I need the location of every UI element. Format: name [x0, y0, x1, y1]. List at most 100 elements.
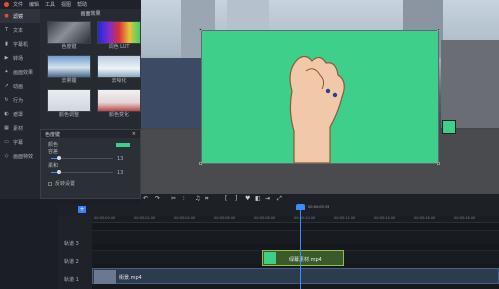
key-color-swatch[interactable] [442, 120, 456, 134]
track-label: 轨道 1 [64, 277, 79, 283]
ruler-tick: 00:00:00.00 [94, 216, 116, 220]
mask-tool-icon[interactable]: ◧ [255, 195, 261, 203]
clip-thumbnail [264, 252, 276, 264]
marker-icon[interactable]: ♥ [245, 195, 250, 203]
mask-icon: ◐ [4, 110, 9, 117]
ruler-tick: 00:00:10.00 [294, 216, 316, 220]
ruler-tick: 00:00:02.00 [134, 216, 156, 220]
ruler-tick: 00:00:16.00 [414, 216, 436, 220]
sidebar-item-transition[interactable]: ▶ 转场 [0, 51, 40, 65]
sidebar-item-motion[interactable]: ↗ 动画 [0, 79, 40, 93]
mural-right [441, 40, 499, 128]
audio-icon[interactable]: ♫ [195, 195, 200, 203]
softness-slider[interactable] [51, 170, 113, 174]
track-lane[interactable] [92, 230, 499, 244]
menu-view[interactable]: 视图 [61, 1, 71, 8]
invert-checkbox[interactable] [48, 181, 52, 186]
softness-value: 13 [117, 169, 124, 176]
key-color-picker[interactable] [116, 142, 130, 147]
app-logo-icon [4, 2, 9, 7]
sidebar-item-filter[interactable]: ● 滤镜 [0, 9, 40, 23]
effects-panel-title: 画面效果 [80, 11, 101, 17]
ruler-tick: 00:00:14.00 [374, 216, 396, 220]
editing-toolbar: ↶ ↷ ✂ ⫶ ♫ ⌗ [ ] ♥ ◧ ⇥ ⤢ [141, 194, 499, 204]
menu-file[interactable]: 文件 [13, 1, 23, 8]
effect-thumbnail [47, 89, 91, 112]
video-preview[interactable] [141, 0, 499, 194]
add-track-button[interactable]: + [78, 206, 86, 213]
sidebar-item-text[interactable]: T 文本 [0, 23, 40, 37]
mic-icon: ▮ [5, 40, 8, 47]
color-label: 颜色 [48, 142, 59, 148]
track-label: 轨道 3 [64, 241, 79, 247]
sidebar-item-subtitle[interactable]: ▭ 字幕 [0, 135, 40, 149]
green-screen-timeline-clip[interactable]: 绿幕素材.mp4 [262, 250, 344, 266]
subtitle-icon: ▭ [4, 138, 9, 145]
invert-label: 反转设置 [55, 181, 76, 187]
track-headers: 轨道 3 轨道 2 轨道 1 [58, 216, 92, 289]
ruler-tick: 00:00:06.00 [214, 216, 236, 220]
track-label: 轨道 2 [64, 259, 79, 265]
playhead[interactable] [300, 206, 301, 289]
text-icon: T [4, 26, 9, 33]
time-ruler[interactable]: 00:00:00.00 00:00:02.00 00:00:04.00 00:0… [92, 216, 499, 223]
sidebar-item-caption[interactable]: ▮ 字幕机 [0, 37, 40, 51]
tolerance-value: 13 [117, 155, 124, 162]
effect-thumbnail [97, 89, 141, 112]
sidebar-item-fx[interactable]: ◇ 画面特效 [0, 149, 40, 163]
speed-icon[interactable]: ⤢ [277, 195, 282, 203]
softness-label: 柔和 [48, 163, 59, 169]
tolerance-label: 容差 [48, 149, 59, 155]
menu-tools[interactable]: 工具 [45, 1, 55, 8]
resize-handle[interactable] [437, 28, 440, 31]
sidebar-item-media[interactable]: ▦ 素材 [0, 121, 40, 135]
split-icon[interactable]: ⫶ [183, 195, 185, 203]
chroma-key-dialog: 色度键 × 颜色 容差 13 柔和 13 反转设置 [40, 129, 141, 199]
effect-lut[interactable]: 调色 LUT [97, 21, 141, 51]
menu-help[interactable]: 帮助 [77, 1, 87, 8]
effect-denoise[interactable]: 去噪化 [97, 55, 141, 85]
media-icon: ▦ [4, 124, 9, 131]
resize-handle[interactable] [199, 28, 202, 31]
ruler-tick: 00:00:08.00 [254, 216, 276, 220]
crop-icon[interactable]: ⌗ [205, 195, 208, 203]
effect-chroma-key[interactable]: 色度键 [47, 21, 91, 51]
green-screen-clip[interactable] [201, 30, 439, 164]
dialog-title: 色度键 [45, 131, 61, 138]
effect-thumbnail [97, 55, 141, 78]
cut-icon[interactable]: ✂ [171, 195, 176, 203]
effects-panel: 画面效果 色度键 调色 LUT 去雾霾 去噪化 颜色调整 颜色变化 [40, 9, 141, 129]
transition-icon: ▶ [4, 54, 9, 61]
hand-image [289, 55, 345, 164]
effect-thumbnail [47, 55, 91, 78]
motion-icon: ↗ [4, 82, 9, 89]
close-icon[interactable]: × [132, 131, 136, 137]
sidebar-item-behavior[interactable]: ↻ 行为 [0, 93, 40, 107]
sidebar-item-mask[interactable]: ◐ 遮罩 [0, 107, 40, 121]
effect-thumbnail [97, 21, 141, 44]
effect-dehaze[interactable]: 去雾霾 [47, 55, 91, 85]
resize-handle[interactable] [437, 162, 440, 165]
resize-handle[interactable] [199, 162, 202, 165]
jump-icon[interactable]: ⇥ [265, 195, 270, 203]
redo-icon[interactable]: ↷ [155, 195, 160, 203]
ruler-tick: 00:00:18.00 [454, 216, 476, 220]
fx-icon: ◇ [4, 152, 9, 159]
timeline-header [58, 204, 499, 216]
clip-thumbnail [94, 270, 116, 284]
behavior-icon: ↻ [4, 96, 9, 103]
bracket-left-icon[interactable]: [ [225, 195, 227, 203]
effect-color-change[interactable]: 颜色变化 [97, 89, 141, 119]
sidebar: ● 滤镜 T 文本 ▮ 字幕机 ▶ 转场 ✦ 画面效果 ↗ 动画 ↻ 行为 ◐ 遮罩 ▦ 素材 ▭… [0, 9, 40, 199]
undo-icon[interactable]: ↶ [143, 195, 148, 203]
bracket-right-icon[interactable]: ] [235, 195, 237, 203]
menu-edit[interactable]: 编辑 [29, 1, 39, 8]
tolerance-slider[interactable] [51, 156, 113, 160]
ruler-tick: 00:00:12.00 [334, 216, 356, 220]
sidebar-item-effects[interactable]: ✦ 画面效果 [0, 65, 40, 79]
effect-thumbnail [47, 21, 91, 44]
clip-name: 绿幕素材.mp4 [289, 257, 322, 263]
effect-color-adjust[interactable]: 颜色调整 [47, 89, 91, 119]
clip-name: 街景.mp4 [119, 275, 142, 281]
video-timeline-clip[interactable]: 街景.mp4 [92, 268, 499, 284]
